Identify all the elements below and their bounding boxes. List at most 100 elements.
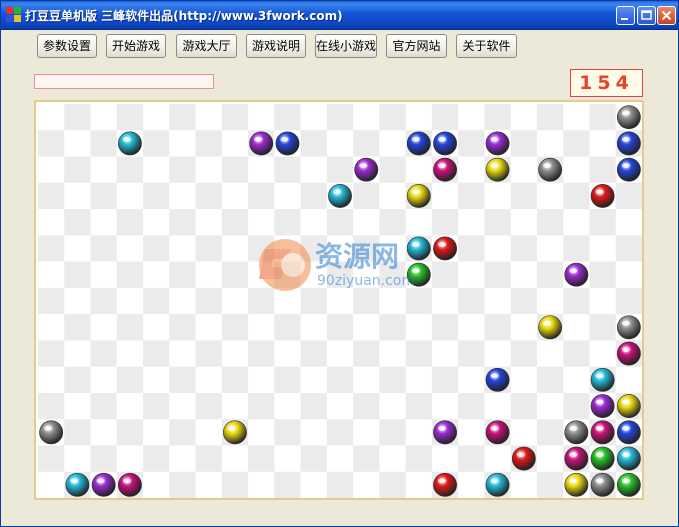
board-cell[interactable]: [143, 130, 170, 157]
ball-gray[interactable]: [564, 420, 589, 445]
board-cell[interactable]: [326, 445, 354, 473]
board-cell[interactable]: [90, 261, 118, 289]
board-cell[interactable]: [221, 366, 249, 394]
board-cell[interactable]: [300, 340, 328, 367]
ball-magenta[interactable]: [564, 446, 589, 471]
ball-gray[interactable]: [39, 420, 64, 445]
board-cell[interactable]: [274, 104, 301, 131]
board-cell[interactable]: [458, 419, 485, 446]
board-cell[interactable]: [90, 156, 118, 184]
board-cell[interactable]: [64, 130, 91, 157]
board-cell[interactable]: [589, 156, 617, 184]
ball-blue[interactable]: [616, 131, 641, 156]
board-cell[interactable]: [484, 314, 511, 341]
board-cell[interactable]: [379, 419, 406, 446]
board-cell[interactable]: [195, 156, 223, 184]
board-cell[interactable]: [510, 419, 538, 446]
board-cell[interactable]: [431, 392, 459, 420]
board-cell[interactable]: [589, 130, 617, 157]
board-cell[interactable]: [300, 366, 328, 394]
board-cell[interactable]: [195, 392, 223, 420]
board-cell[interactable]: [116, 182, 144, 210]
board-cell[interactable]: [510, 130, 538, 157]
board-cell[interactable]: [379, 287, 406, 315]
board-cell[interactable]: [615, 287, 642, 315]
board-cell[interactable]: [589, 104, 617, 131]
board-cell[interactable]: [221, 314, 249, 341]
board-cell[interactable]: [274, 261, 301, 289]
board-cell[interactable]: [431, 366, 459, 394]
board-cell[interactable]: [169, 314, 196, 341]
board-cell[interactable]: [274, 287, 301, 315]
board-cell[interactable]: [353, 287, 380, 315]
board-cell[interactable]: [169, 287, 196, 315]
ball-blue[interactable]: [616, 420, 641, 445]
game-board[interactable]: [38, 104, 642, 498]
board-cell[interactable]: [379, 182, 406, 210]
board-cell[interactable]: [248, 392, 275, 420]
board-cell[interactable]: [510, 314, 538, 341]
board-cell[interactable]: [431, 314, 459, 341]
board-cell[interactable]: [248, 235, 275, 262]
board-cell[interactable]: [458, 366, 485, 394]
maximize-button[interactable]: [637, 6, 656, 25]
ball-yellow[interactable]: [538, 315, 563, 340]
board-cell[interactable]: [221, 340, 249, 367]
board-cell[interactable]: [274, 209, 301, 236]
board-cell[interactable]: [510, 156, 538, 184]
board-cell[interactable]: [458, 287, 485, 315]
board-cell[interactable]: [536, 287, 564, 315]
ball-magenta[interactable]: [117, 472, 142, 497]
board-cell[interactable]: [405, 366, 433, 394]
board-cell[interactable]: [353, 471, 380, 498]
board-cell[interactable]: [326, 130, 354, 157]
ball-green[interactable]: [590, 446, 615, 471]
ball-magenta[interactable]: [616, 341, 641, 366]
ball-purple[interactable]: [91, 472, 116, 497]
board-cell[interactable]: [300, 104, 328, 131]
board-cell[interactable]: [195, 419, 223, 446]
board-cell[interactable]: [143, 182, 170, 210]
board-cell[interactable]: [90, 419, 118, 446]
board-cell[interactable]: [90, 314, 118, 341]
board-cell[interactable]: [510, 471, 538, 498]
ball-purple[interactable]: [354, 157, 379, 182]
board-cell[interactable]: [484, 104, 511, 131]
board-cell[interactable]: [326, 419, 354, 446]
board-cell[interactable]: [458, 340, 485, 367]
board-cell[interactable]: [143, 156, 170, 184]
ball-purple[interactable]: [433, 420, 457, 445]
ball-cyan[interactable]: [616, 446, 641, 471]
board-cell[interactable]: [326, 340, 354, 367]
board-cell[interactable]: [248, 471, 275, 498]
board-cell[interactable]: [274, 445, 301, 473]
board-cell[interactable]: [195, 209, 223, 236]
board-cell[interactable]: [300, 419, 328, 446]
board-cell[interactable]: [169, 156, 196, 184]
board-cell[interactable]: [615, 235, 642, 262]
ball-purple[interactable]: [249, 131, 274, 156]
board-cell[interactable]: [248, 445, 275, 473]
board-cell[interactable]: [379, 445, 406, 473]
ball-cyan[interactable]: [406, 236, 431, 261]
board-cell[interactable]: [300, 156, 328, 184]
board-cell[interactable]: [353, 130, 380, 157]
board-cell[interactable]: [116, 366, 144, 394]
board-cell[interactable]: [169, 419, 196, 446]
board-cell[interactable]: [195, 104, 223, 131]
board-cell[interactable]: [326, 392, 354, 420]
ball-gray[interactable]: [616, 105, 641, 130]
board-cell[interactable]: [458, 392, 485, 420]
board-cell[interactable]: [116, 235, 144, 262]
board-cell[interactable]: [589, 287, 617, 315]
board-cell[interactable]: [405, 156, 433, 184]
board-cell[interactable]: [326, 287, 354, 315]
board-cell[interactable]: [64, 209, 91, 236]
board-cell[interactable]: [38, 314, 65, 341]
official-website-button[interactable]: 官方网站: [386, 34, 447, 58]
board-cell[interactable]: [221, 130, 249, 157]
board-cell[interactable]: [379, 392, 406, 420]
board-cell[interactable]: [405, 287, 433, 315]
ball-gray[interactable]: [590, 472, 615, 497]
board-cell[interactable]: [64, 419, 91, 446]
